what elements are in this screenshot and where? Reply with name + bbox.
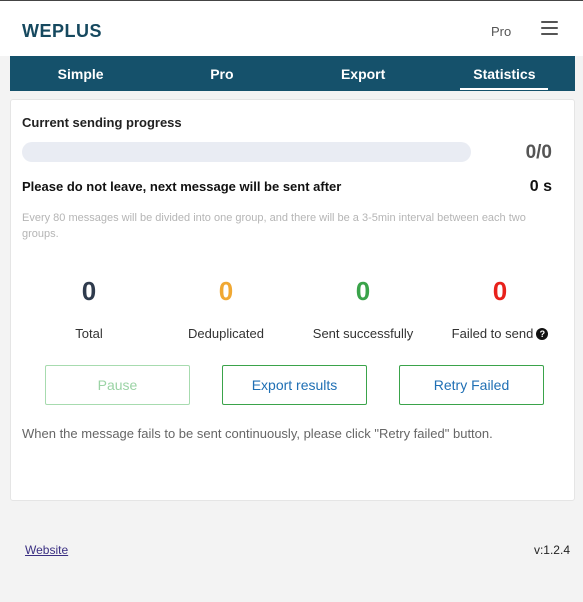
version-label: v:1.2.4 <box>533 543 570 557</box>
progress-title: Current sending progress <box>22 115 182 130</box>
stat-failed: 0 Failed to send? <box>432 275 568 342</box>
app-header: WEPLUS Pro <box>0 0 583 56</box>
statistics-card: Current sending progress 0/0 Please do n… <box>10 99 575 501</box>
group-interval-note: Every 80 messages will be divided into o… <box>22 212 526 240</box>
hamburger-menu-icon[interactable] <box>541 21 558 36</box>
export-results-button[interactable]: Export results <box>222 365 367 405</box>
progress-bar <box>22 142 471 162</box>
stat-total: 0 Total <box>21 275 157 342</box>
website-link[interactable]: Website <box>25 543 68 557</box>
brand-logo: WEPLUS <box>22 21 103 41</box>
stat-failed-value: 0 <box>492 276 508 306</box>
stat-sent-label: Sent successfully <box>312 326 414 341</box>
question-circle-icon[interactable]: ? <box>536 328 549 340</box>
stat-failed-label: Failed to send <box>451 326 534 341</box>
retry-failed-button[interactable]: Retry Failed <box>399 365 544 405</box>
stat-total-label: Total <box>75 326 103 341</box>
tab-pro[interactable]: Pro <box>151 56 292 91</box>
retry-hint: When the message fails to be sent contin… <box>22 426 493 441</box>
tab-bar: Simple Pro Export Statistics <box>10 56 575 91</box>
stat-deduplicated: 0 Deduplicated <box>158 275 294 342</box>
stat-deduplicated-value: 0 <box>218 276 234 306</box>
pause-button[interactable]: Pause <box>45 365 190 405</box>
wait-message: Please do not leave, next message will b… <box>22 179 342 194</box>
tab-export[interactable]: Export <box>293 56 434 91</box>
tab-statistics[interactable]: Statistics <box>434 56 575 91</box>
plan-label: Pro <box>491 24 512 39</box>
tab-simple[interactable]: Simple <box>10 56 151 91</box>
progress-count: 0/0 <box>525 142 552 163</box>
wait-seconds: 0 s <box>529 178 552 195</box>
stat-failed-label-row: Failed to send? <box>432 326 568 342</box>
stat-total-value: 0 <box>81 276 97 306</box>
stat-sent-successfully: 0 Sent successfully <box>295 275 431 342</box>
stat-sent-value: 0 <box>355 276 371 306</box>
stat-deduplicated-label: Deduplicated <box>188 326 264 341</box>
